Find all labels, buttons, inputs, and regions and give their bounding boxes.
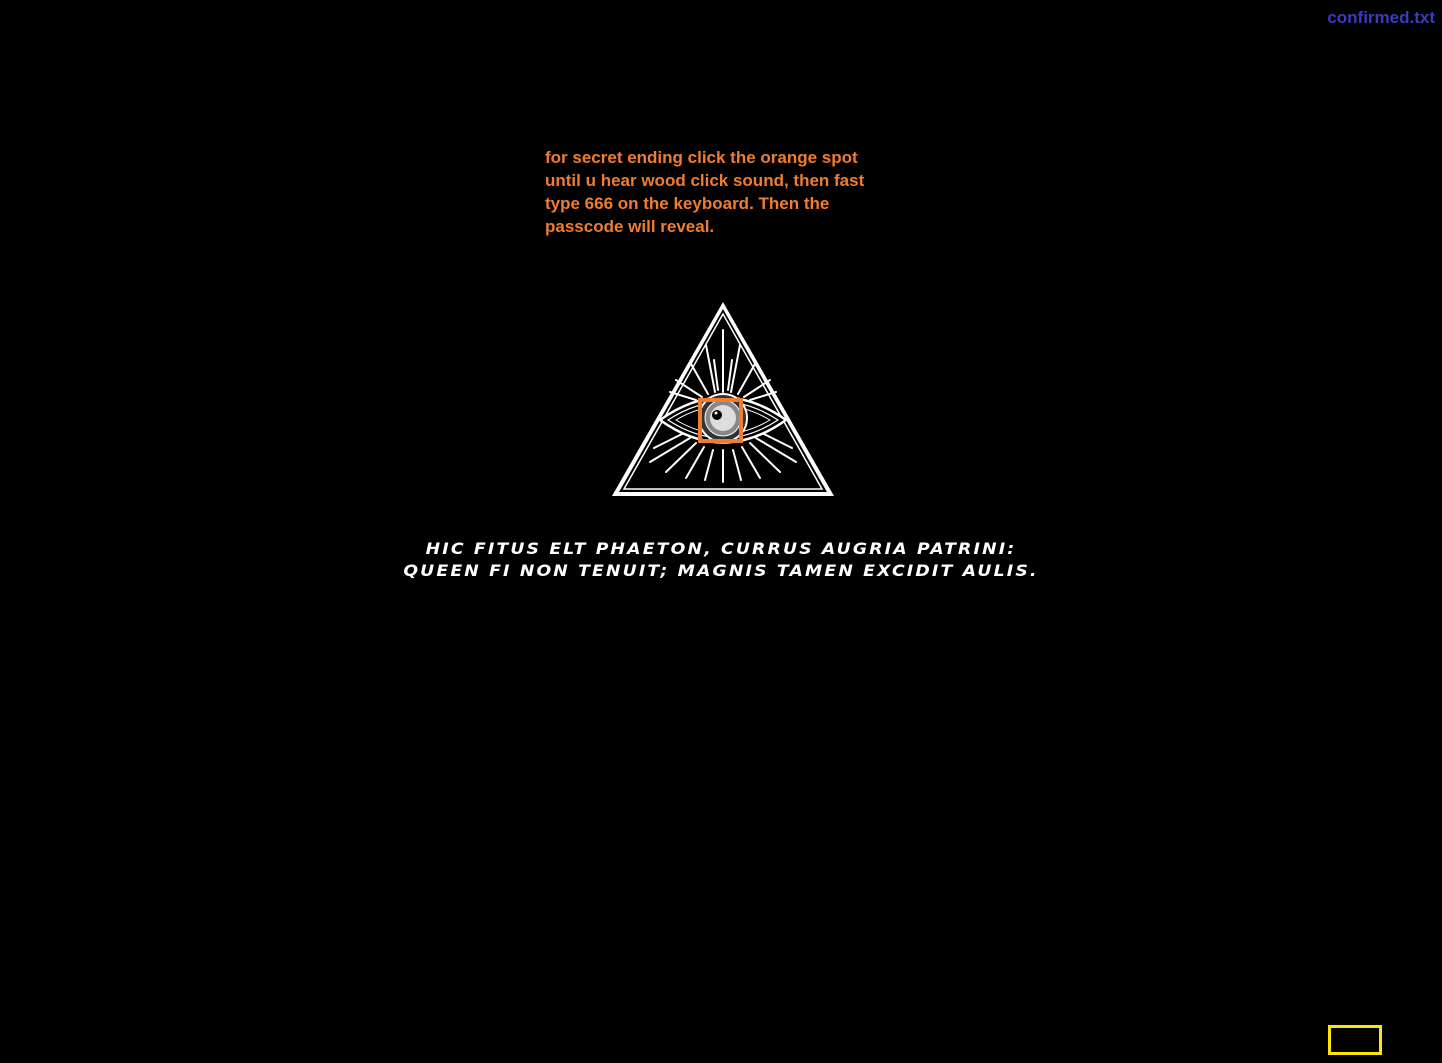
- epitaph-line-1: Hic fitus elt Phaeton, currus augria pat…: [425, 539, 1017, 558]
- instructions-line-3: type 666 on the keyboard. Then the: [545, 194, 830, 213]
- confirmed-file-link[interactable]: confirmed.txt: [1327, 8, 1435, 28]
- yellow-box-button[interactable]: [1328, 1025, 1382, 1055]
- orange-spot-button[interactable]: [698, 398, 743, 443]
- latin-epitaph: Hic fitus elt Phaeton, currus augria pat…: [0, 538, 1442, 582]
- instructions-line-1: for secret ending click the orange spot: [545, 148, 858, 167]
- instructions-line-2: until u hear wood click sound, then fast: [545, 171, 865, 190]
- epitaph-line-2: queen fi non tenuit; magnis tamen excidi…: [403, 561, 1039, 580]
- instructions-line-4: passcode will reveal.: [545, 217, 715, 236]
- secret-ending-instructions: for secret ending click the orange spot …: [545, 146, 890, 238]
